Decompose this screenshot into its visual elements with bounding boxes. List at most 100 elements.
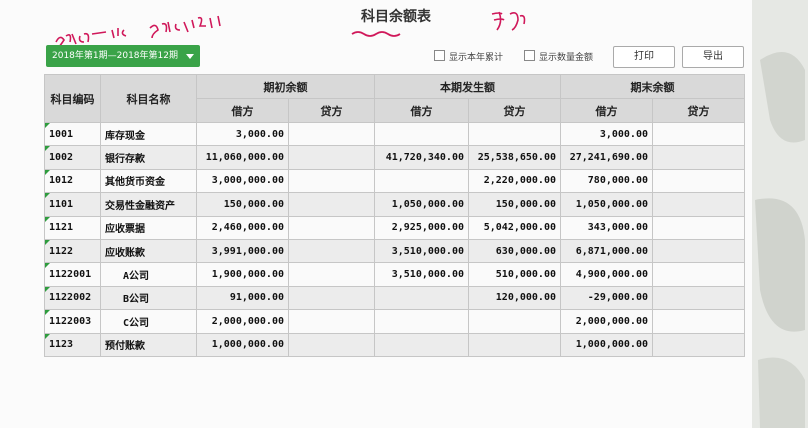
header-code: 科目编码 <box>44 74 101 123</box>
account-name: 银行存款 <box>100 145 197 170</box>
export-button[interactable]: 导出 <box>682 46 744 68</box>
opening-debit: 3,000.00 <box>196 121 289 147</box>
account-code: 1101 <box>44 192 101 217</box>
closing-credit <box>652 145 745 170</box>
header-current: 本期发生额 <box>374 74 561 99</box>
header-closing-credit: 贷方 <box>652 98 745 123</box>
closing-debit: 4,900,000.00 <box>560 262 653 287</box>
closing-credit <box>652 262 745 287</box>
print-button[interactable]: 打印 <box>613 46 675 68</box>
account-name: 其他货币资金 <box>100 168 197 194</box>
table-row[interactable]: 1122001 A公司 1,900,000.00 3,510,000.00 510,00… <box>44 262 745 287</box>
period-dropdown[interactable]: 2018年第1期—2018年第12期 <box>46 45 200 67</box>
closing-debit: 343,000.00 <box>560 215 653 240</box>
table-row[interactable]: 1123 预付账款 1,000,000.00 1,000,000.00 <box>44 332 745 357</box>
closing-credit <box>652 309 745 334</box>
account-code: 1002 <box>44 145 101 170</box>
current-debit: 1,050,000.00 <box>374 192 469 217</box>
current-debit <box>374 285 469 311</box>
checkbox-icon <box>434 50 445 61</box>
account-name: A公司 <box>100 262 197 287</box>
current-credit: 2,220,000.00 <box>468 168 561 194</box>
current-debit: 2,925,000.00 <box>374 215 469 240</box>
show-year-total-checkbox[interactable]: 显示本年累计 <box>434 50 503 64</box>
header-opening-credit: 贷方 <box>288 98 375 123</box>
opening-credit <box>288 168 375 194</box>
table-row[interactable]: 1122002 B公司 91,000.00 120,000.00 -29,000.00 <box>44 285 745 311</box>
table-row[interactable]: 1122003 C公司 2,000,000.00 2,000,000.00 <box>44 309 745 334</box>
current-debit <box>374 168 469 194</box>
period-value: 2018年第1期—2018年第12期 <box>52 51 178 61</box>
header-closing: 期末余额 <box>560 74 745 99</box>
current-credit: 5,042,000.00 <box>468 215 561 240</box>
account-code: 1122002 <box>44 285 101 311</box>
opening-debit: 2,000,000.00 <box>196 309 289 334</box>
opening-credit <box>288 262 375 287</box>
closing-credit <box>652 215 745 240</box>
opening-credit <box>288 238 375 264</box>
account-code: 1122003 <box>44 309 101 334</box>
current-credit: 630,000.00 <box>468 238 561 264</box>
account-code: 1012 <box>44 168 101 194</box>
account-name: 库存现金 <box>100 121 197 147</box>
current-credit: 25,538,650.00 <box>468 145 561 170</box>
account-code: 1121 <box>44 215 101 240</box>
header-closing-debit: 借方 <box>560 98 653 123</box>
closing-credit <box>652 121 745 147</box>
closing-debit: 780,000.00 <box>560 168 653 194</box>
table-row[interactable]: 1101 交易性金融资产 150,000.00 1,050,000.00 150,000… <box>44 192 745 217</box>
closing-credit <box>652 285 745 311</box>
opening-debit: 3,991,000.00 <box>196 238 289 264</box>
header-opening: 期初余额 <box>196 74 375 99</box>
opening-debit: 1,900,000.00 <box>196 262 289 287</box>
account-balance-table: 科目编码 科目名称 期初余额 本期发生额 期末余额 借方 贷方 借方 贷方 借方… <box>44 74 745 357</box>
current-credit: 510,000.00 <box>468 262 561 287</box>
show-qty-amount-checkbox[interactable]: 显示数量金额 <box>524 50 593 64</box>
current-debit <box>374 309 469 334</box>
account-name: 应收票据 <box>100 215 197 240</box>
header-current-debit: 借方 <box>374 98 469 123</box>
opening-debit: 150,000.00 <box>196 192 289 217</box>
account-name: 预付账款 <box>100 332 197 357</box>
table-row[interactable]: 1121 应收票据 2,460,000.00 2,925,000.00 5,042,00… <box>44 215 745 240</box>
chevron-down-icon <box>186 54 194 59</box>
show-year-total-label: 显示本年累计 <box>449 53 504 63</box>
account-code: 1122001 <box>44 262 101 287</box>
opening-debit: 91,000.00 <box>196 285 289 311</box>
account-name: 交易性金融资产 <box>100 192 197 217</box>
closing-debit: 1,050,000.00 <box>560 192 653 217</box>
header-name: 科目名称 <box>100 74 197 123</box>
table-row[interactable]: 1012 其他货币资金 3,000,000.00 2,220,000.00 780,00… <box>44 168 745 194</box>
checkbox-icon <box>524 50 535 61</box>
current-debit: 3,510,000.00 <box>374 238 469 264</box>
opening-credit <box>288 145 375 170</box>
opening-credit <box>288 192 375 217</box>
opening-credit <box>288 215 375 240</box>
current-credit: 120,000.00 <box>468 285 561 311</box>
opening-debit: 2,460,000.00 <box>196 215 289 240</box>
header-current-credit: 贷方 <box>468 98 561 123</box>
current-debit: 41,720,340.00 <box>374 145 469 170</box>
opening-debit: 1,000,000.00 <box>196 332 289 357</box>
account-name: B公司 <box>100 285 197 311</box>
account-name: 应收账款 <box>100 238 197 264</box>
current-credit <box>468 309 561 334</box>
closing-debit: 6,871,000.00 <box>560 238 653 264</box>
header-opening-debit: 借方 <box>196 98 289 123</box>
opening-credit <box>288 332 375 357</box>
closing-debit: -29,000.00 <box>560 285 653 311</box>
account-code: 1122 <box>44 238 101 264</box>
current-credit: 150,000.00 <box>468 192 561 217</box>
current-debit <box>374 121 469 147</box>
closing-credit <box>652 192 745 217</box>
closing-debit: 27,241,690.00 <box>560 145 653 170</box>
opening-debit: 3,000,000.00 <box>196 168 289 194</box>
table-row[interactable]: 1002 银行存款 11,060,000.00 41,720,340.00 25,538… <box>44 145 745 170</box>
table-row[interactable]: 1122 应收账款 3,991,000.00 3,510,000.00 630,000.… <box>44 238 745 264</box>
opening-debit: 11,060,000.00 <box>196 145 289 170</box>
account-code: 1001 <box>44 121 101 147</box>
current-debit: 3,510,000.00 <box>374 262 469 287</box>
closing-credit <box>652 332 745 357</box>
closing-debit: 2,000,000.00 <box>560 309 653 334</box>
table-row[interactable]: 1001 库存现金 3,000.00 3,000.00 <box>44 121 745 147</box>
